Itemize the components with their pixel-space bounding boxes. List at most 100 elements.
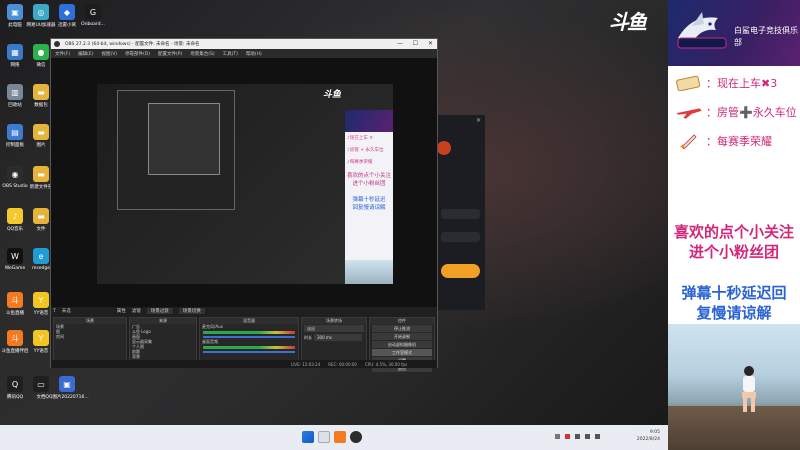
status-cpu: CPU: 4.5%, 30.00 fps xyxy=(364,361,408,367)
desktop-app-icon: ▣ xyxy=(59,376,75,392)
tab-filters[interactable]: 滤镜 xyxy=(132,308,141,314)
source-status-icon: T xyxy=(53,308,56,314)
preview-overlay-panel: ♪现在上车 ✕ ♪房管 + 永久车位 ♪每赛季荣耀 喜欢的点个小关注 进个小粉丝… xyxy=(345,110,393,284)
desktop-icon[interactable]: ▦ 网络 xyxy=(2,44,28,68)
scenes-panel[interactable]: 场景 场景图房间 xyxy=(53,317,127,365)
tab-scene-transition[interactable]: 场景过渡 xyxy=(146,308,173,314)
obs-preview-canvas[interactable]: 斗鱼 ♪现在上车 ✕ ♪房管 + 永久车位 ♪每赛季荣耀 喜欢的点个小关注 进个… xyxy=(51,58,437,307)
desktop-app-icon: ◆ xyxy=(59,4,75,20)
desktop-icon[interactable]: 斗斗鱼直播 xyxy=(2,292,28,316)
desktop-app-icon: W xyxy=(7,248,23,264)
desktop-icon[interactable]: ♪ QQ音乐 xyxy=(2,208,28,232)
source-list-item[interactable]: 背景 xyxy=(130,354,196,359)
desktop-icon[interactable]: ▥ 回收站 xyxy=(2,84,28,108)
stream-overlay-panel: 白鲨电子竞技俱乐部 ：现在上车✖3 ：房管➕永久车位 ：每赛季荣耀 喜欢的点个小… xyxy=(668,0,800,450)
desktop: ▣ 此电脑 ▦ 网络 ▥ 回收站 ▤ 控制面板 ◉ OBS Studio ♪ QQ音乐 W WeGame 斗… xyxy=(0,0,668,425)
tab-properties[interactable]: 属性 xyxy=(117,308,126,314)
menu-item[interactable]: 工具(T) xyxy=(223,51,238,57)
status-rec: REC: 00:00:00 xyxy=(328,361,357,367)
obs-window[interactable]: OBS 27.2.3 (64-bit, windows) - 配置文件: 未命名… xyxy=(50,38,438,372)
desktop-icon-label: 斗鱼直播 xyxy=(6,311,24,316)
team-banner: 白鲨电子竞技俱乐部 xyxy=(668,0,800,66)
mixer-track-1-slider[interactable] xyxy=(203,336,295,338)
minimize-icon[interactable]: — xyxy=(397,40,403,47)
desktop-icon-label: 网络 xyxy=(10,63,20,68)
preview-team-banner xyxy=(345,110,393,132)
mixer-track-1-name: 麦克风/Aux xyxy=(202,324,223,329)
mixer-track-1-meter xyxy=(203,331,295,334)
status-live: LIVE: 12:03:24 xyxy=(291,361,321,367)
obs-title-bar[interactable]: OBS 27.2.3 (64-bit, windows) - 配置文件: 未命名… xyxy=(51,39,437,49)
menu-item[interactable]: 场景集合(S) xyxy=(190,51,214,57)
desktop-icon[interactable]: ◉ OBS Studio xyxy=(2,166,28,189)
login-username-field[interactable] xyxy=(441,209,480,219)
control-button[interactable]: 工作室模式 xyxy=(372,349,432,356)
taskbar-app-douyu-icon[interactable] xyxy=(334,431,346,443)
transitions-panel[interactable]: 场景转场 淡出 时长 300 ms xyxy=(301,317,367,365)
controls-header: 控件 xyxy=(370,318,434,324)
taskbar-app-obs-icon[interactable] xyxy=(350,431,362,443)
tray-volume-icon[interactable] xyxy=(585,434,590,439)
douyu-login-window[interactable]: ✕ xyxy=(430,115,485,310)
preview-big-text-1: 喜欢的点个小关注 进个小粉丝团 xyxy=(346,173,391,187)
desktop-app-icon: ● xyxy=(33,44,49,60)
menu-item[interactable]: 文件(F) xyxy=(55,51,70,57)
desktop-icon[interactable]: ▤ 控制面板 xyxy=(2,124,28,148)
search-icon[interactable] xyxy=(318,431,330,443)
close-icon[interactable]: ✕ xyxy=(428,40,433,47)
tray-battery-icon[interactable] xyxy=(595,434,600,439)
tray-chevron-icon[interactable] xyxy=(555,434,560,439)
scene-list-item[interactable]: 房间 xyxy=(54,334,126,339)
tray-wifi-icon[interactable] xyxy=(575,434,580,439)
sources-panel[interactable]: 来源 广告 斗鱼 Logo 画面 显示器采集 个人图 前题 背景 xyxy=(129,317,197,365)
desktop-icon[interactable]: ▣ QQ图片20220716... xyxy=(45,376,89,400)
desktop-app-icon: ▤ xyxy=(7,124,23,140)
tray-icons[interactable] xyxy=(555,434,615,440)
menu-item[interactable]: 视图(V) xyxy=(101,51,117,57)
streamer-photo xyxy=(668,324,800,450)
login-avatar xyxy=(437,141,451,155)
desktop-icon[interactable]: W WeGame xyxy=(2,248,28,271)
tray-app-icon[interactable] xyxy=(565,434,570,439)
desktop-icon[interactable]: 斗斗鱼直播伴侣 xyxy=(2,330,29,354)
preview-big-text-2: 弹幕十秒延迟 回复慢请谅解 xyxy=(352,197,386,211)
delay-message: 弹幕十秒延迟回复慢请谅解 xyxy=(681,284,787,322)
desktop-icon[interactable]: ◎ 网易UU加速器 xyxy=(26,4,56,28)
login-close-icon[interactable]: ✕ xyxy=(476,117,481,124)
desktop-app-icon: Q xyxy=(7,376,23,392)
reward-row-2: ：房管➕永久车位 xyxy=(674,102,798,122)
control-button[interactable]: 启动虚拟摄像机 xyxy=(372,341,432,348)
menu-item[interactable]: 配置文件(P) xyxy=(158,51,182,57)
desktop-app-icon: ▬ xyxy=(33,124,49,140)
duration-input[interactable]: 300 ms xyxy=(314,334,362,341)
desktop-icon-label: 控制面板 xyxy=(6,143,24,148)
control-button[interactable]: 开始录制 xyxy=(372,333,432,340)
control-button[interactable]: 停止推流 xyxy=(372,325,432,332)
tab-scene-switch[interactable]: 场景切换 xyxy=(178,308,205,314)
desktop-icon-label: 此电脑 xyxy=(8,23,22,28)
controls-panel[interactable]: 控件 停止推流开始录制启动虚拟摄像机工作室模式设置退出 xyxy=(369,317,435,372)
login-password-field[interactable] xyxy=(441,232,480,242)
audio-mixer-panel[interactable]: 混音器 麦克风/Aux 桌面音频 xyxy=(199,317,299,365)
transition-type-select[interactable]: 淡出 xyxy=(304,325,364,332)
menu-item[interactable]: 停靠部件(D) xyxy=(125,51,150,57)
desktop-icon[interactable]: Q 腾讯QQ xyxy=(2,376,28,400)
person-figure xyxy=(742,366,756,412)
maximize-icon[interactable]: ☐ xyxy=(413,40,418,47)
login-button[interactable] xyxy=(441,264,480,278)
menu-item[interactable]: 帮助(H) xyxy=(246,51,262,57)
source-status-label: 未选 xyxy=(61,309,71,314)
team-name: 白鲨电子竞技俱乐部 xyxy=(734,26,798,47)
desktop-icon[interactable]: G Onboard... xyxy=(80,4,106,27)
desktop-icon-label: 图片 xyxy=(36,143,46,148)
windows-start-icon[interactable] xyxy=(302,431,314,443)
taskbar-clock[interactable]: 9:05 2022/8/24 xyxy=(637,429,660,443)
preview-row-2: ♪房管 + 永久车位 xyxy=(347,148,384,153)
desktop-icon[interactable]: ▣ 此电脑 xyxy=(2,4,28,28)
desktop-icon-label: OBS Studio xyxy=(2,184,28,189)
mixer-track-2-slider[interactable] xyxy=(203,351,295,353)
menu-item[interactable]: 编辑(E) xyxy=(78,51,93,57)
preview-row-3: ♪每赛季荣耀 xyxy=(347,160,373,165)
desktop-icon[interactable]: ◆ 迅雷小窝 xyxy=(54,4,80,28)
mixer-track-2-meter xyxy=(203,346,295,349)
